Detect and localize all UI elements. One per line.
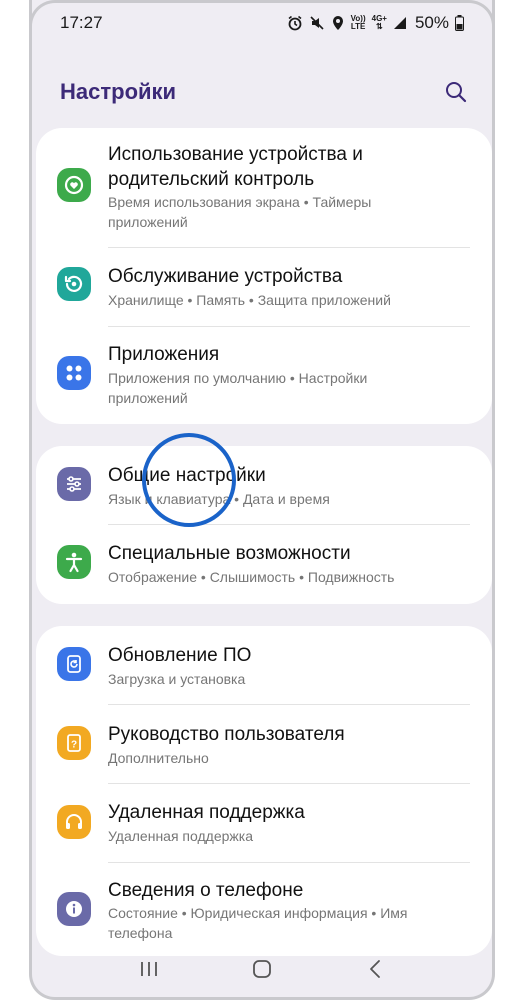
item-subtitle: Язык и клавиатура • Дата и время — [108, 491, 330, 507]
item-subtitle: Отображение • Слышимость • Подвижность — [108, 569, 395, 585]
battery-level: 50% — [414, 13, 449, 32]
recents-icon — [140, 962, 157, 976]
device-care-icon — [57, 267, 91, 301]
search-button[interactable] — [442, 78, 470, 106]
remote-support-icon — [57, 805, 91, 839]
item-title: Использование устройства и родительский … — [108, 144, 363, 190]
software-update-icon — [57, 647, 91, 681]
item-subtitle: Приложения по умолчанию • Настройки прил… — [108, 370, 368, 406]
svg-text:?: ? — [71, 740, 77, 751]
accessibility-icon — [57, 545, 91, 579]
location-icon — [331, 15, 345, 31]
general-settings-icon — [57, 467, 91, 501]
item-title: Удаленная поддержка — [108, 802, 305, 823]
back-button[interactable] — [355, 949, 395, 989]
settings-item-general-settings[interactable]: Общие настройки Язык и клавиатура • Дата… — [36, 446, 492, 524]
navigation-bar — [32, 941, 492, 997]
home-icon — [253, 960, 271, 978]
settings-group-3: Обновление ПО Загрузка и установка ? Рук… — [36, 626, 492, 956]
item-subtitle: Удаленная поддержка — [108, 828, 253, 844]
signal-icon — [393, 16, 407, 30]
status-icons: Vo)) LTE 4G+ ⇅ 50% — [287, 13, 464, 33]
header: Настройки — [32, 72, 492, 112]
settings-item-apps[interactable]: Приложения Приложения по умолчанию • Нас… — [36, 327, 492, 424]
status-bar: 17:27 Vo)) LTE 4G+ ⇅ 50% — [32, 0, 492, 46]
network-type-indicator: 4G+ ⇅ — [371, 14, 387, 31]
recents-button[interactable] — [129, 949, 169, 989]
item-title: Специальные возможности — [108, 543, 351, 564]
settings-group-1: Использование устройства и родительский … — [36, 128, 492, 424]
user-manual-icon: ? — [57, 726, 91, 760]
settings-item-device-care[interactable]: Обслуживание устройства Хранилище • Памя… — [36, 248, 492, 326]
status-time: 17:27 — [60, 13, 103, 32]
item-title: Руководство пользователя — [108, 724, 345, 745]
item-subtitle: Состояние • Юридическая информация • Имя… — [108, 905, 408, 941]
item-subtitle: Загрузка и установка — [108, 671, 246, 687]
digital-wellbeing-icon — [57, 168, 91, 202]
home-button[interactable] — [242, 949, 282, 989]
item-title: Приложения — [108, 344, 220, 365]
item-title: Сведения о телефоне — [108, 880, 304, 901]
page-title: Настройки — [60, 79, 177, 104]
settings-item-accessibility[interactable]: Специальные возможности Отображение • Сл… — [36, 525, 492, 604]
settings-item-user-manual[interactable]: ? Руководство пользователя Дополнительно — [36, 705, 492, 783]
item-title: Обновление ПО — [108, 645, 252, 666]
about-phone-icon — [57, 892, 91, 926]
back-icon — [370, 960, 381, 978]
search-icon — [446, 82, 467, 103]
settings-item-digital-wellbeing[interactable]: Использование устройства и родительский … — [36, 128, 492, 247]
mute-icon — [309, 15, 325, 31]
item-title: Обслуживание устройства — [108, 266, 343, 287]
battery-icon — [455, 15, 464, 31]
item-title: Общие настройки — [108, 465, 266, 486]
settings-item-remote-support[interactable]: Удаленная поддержка Удаленная поддержка — [36, 784, 492, 862]
volte-indicator: Vo)) LTE — [350, 14, 366, 31]
settings-item-software-update[interactable]: Обновление ПО Загрузка и установка — [36, 626, 492, 704]
settings-group-2: Общие настройки Язык и клавиатура • Дата… — [36, 446, 492, 604]
apps-icon — [57, 356, 91, 390]
item-subtitle: Время использования экрана • Таймеры при… — [108, 194, 372, 230]
alarm-icon — [287, 15, 303, 31]
phone-screen: 17:27 Vo)) LTE 4G+ ⇅ 50% Настройки Испол… — [29, 0, 495, 1000]
item-subtitle: Хранилище • Память • Защита приложений — [108, 292, 391, 308]
item-subtitle: Дополнительно — [108, 750, 209, 766]
